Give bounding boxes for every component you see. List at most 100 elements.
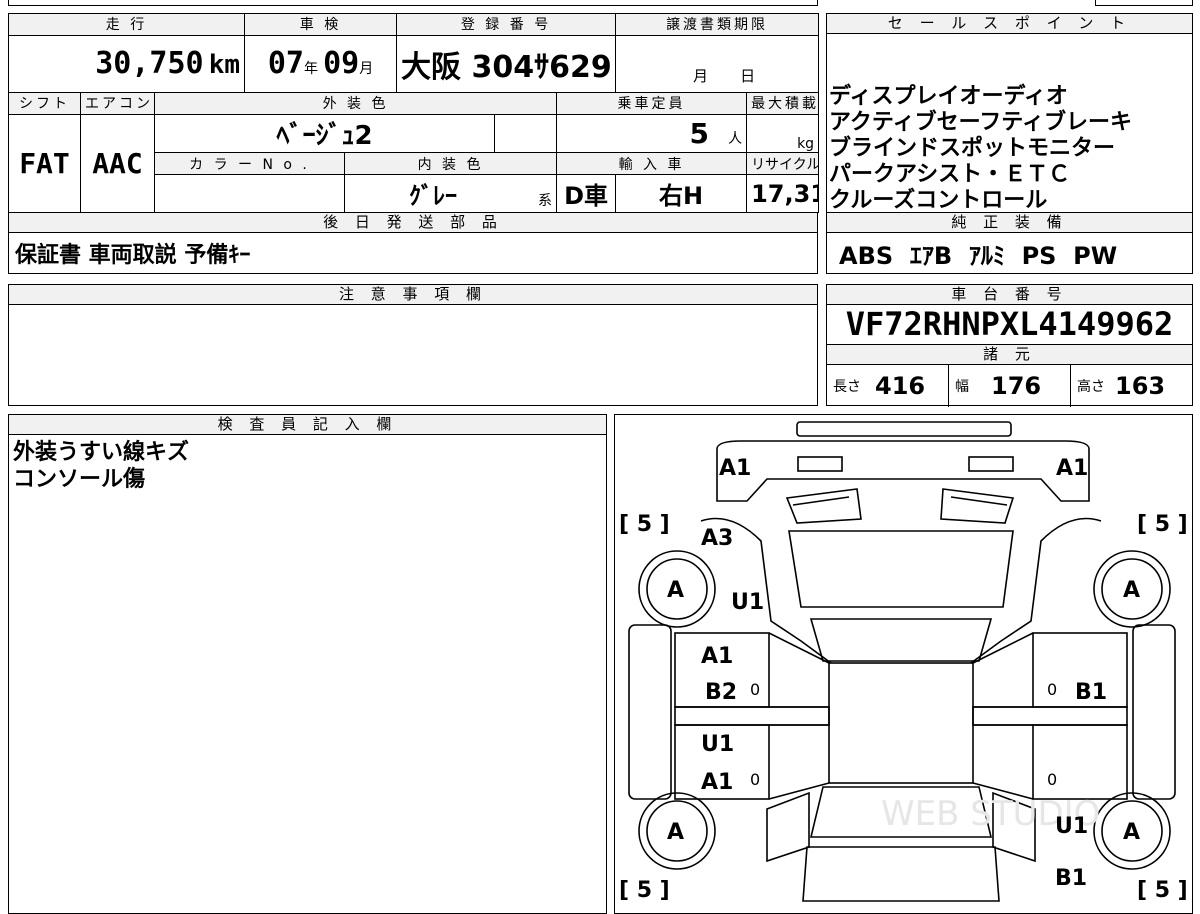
tire-code-front-left: A bbox=[667, 578, 684, 603]
tire-tread-front-right: [ 5 ] bbox=[1137, 512, 1188, 537]
inspector-title: 検 査 員 記 入 欄 bbox=[9, 415, 606, 435]
tire-code-rear-right: A bbox=[1123, 820, 1140, 845]
damage-code-left-front-door-2: B2 bbox=[705, 680, 737, 705]
headlight-left bbox=[785, 488, 862, 524]
tire-tread-rear-right: [ 5 ] bbox=[1137, 878, 1188, 903]
chassis-box: 車 台 番 号 VF72RHNPXL4149962 諸 元 長さ 416 幅 1… bbox=[826, 284, 1193, 407]
sales-point-item: パークアシスト・ＥＴＣ bbox=[829, 162, 1071, 187]
sales-points-title: セ ー ル ス ポ イ ン ト bbox=[827, 14, 1192, 34]
shift-value: FAT bbox=[8, 113, 81, 213]
top-strip-right bbox=[1095, 0, 1193, 6]
int-color-value: ｸﾞﾚｰ bbox=[409, 182, 458, 210]
sales-point-item: クルーズコントロール bbox=[829, 188, 1048, 213]
front-light-left bbox=[797, 456, 843, 472]
door-mark-right-front: 0 bbox=[1047, 680, 1057, 699]
later-parts-value: 保証書 車両取説 予備ｷｰ bbox=[15, 243, 251, 268]
ac-value: AAC bbox=[80, 113, 155, 213]
damage-code-front-fender: U1 bbox=[731, 590, 764, 615]
later-parts-box: 後 日 発 送 部 品 保証書 車両取説 予備ｷｰ bbox=[8, 213, 818, 274]
damage-code-left-rear-door-1: U1 bbox=[701, 732, 734, 757]
vehicle-info-table: 走 行 車 検 登 録 番 号 譲渡書類期限 30,750 km 07年 09月… bbox=[7, 13, 820, 213]
shaken-label: 車 検 bbox=[244, 13, 398, 36]
import-car-value: D車 bbox=[556, 174, 617, 213]
deadline-label: 譲渡書類期限 bbox=[615, 13, 820, 36]
later-parts-title: 後 日 発 送 部 品 bbox=[9, 213, 817, 233]
color-no-label: カ ラ ー N o . bbox=[153, 152, 346, 175]
int-color-label: 内 装 色 bbox=[344, 152, 558, 175]
damage-code-left-rear-door-2: A1 bbox=[701, 770, 733, 795]
capacity-unit: 人 bbox=[728, 130, 743, 147]
ext-color-extra bbox=[494, 113, 558, 154]
front-end-shape bbox=[716, 440, 1090, 502]
right-rocker bbox=[1132, 624, 1176, 800]
notes-box: 注 意 事 項 欄 bbox=[8, 284, 818, 406]
registration-cell: 大阪 304ｻ6291 bbox=[396, 34, 617, 93]
tire-tread-front-left: [ 5 ] bbox=[619, 512, 670, 537]
recycle-value: 17,310 bbox=[751, 179, 818, 208]
tire-code-rear-left: A bbox=[667, 820, 684, 845]
recycle-cell: 17,310円 bbox=[746, 174, 820, 213]
max-load-unit: kg bbox=[797, 136, 815, 153]
door-mark-left-rear: 0 bbox=[750, 770, 760, 789]
top-strip bbox=[8, 0, 818, 6]
deadline-month: 月 bbox=[693, 66, 709, 85]
sales-point-item: ディスプレイオーディオ bbox=[829, 84, 1068, 109]
spec-length-label: 長さ bbox=[833, 379, 861, 395]
mileage-value: 30,750 bbox=[95, 46, 204, 82]
door-mark-right-rear: 0 bbox=[1047, 770, 1057, 789]
rear-shape bbox=[802, 846, 1000, 902]
left-rocker bbox=[628, 624, 672, 800]
registration-label: 登 録 番 号 bbox=[396, 13, 617, 36]
sales-point-item: ブラインドスポットモニター bbox=[829, 136, 1116, 161]
max-load-label: 最大積載量 bbox=[746, 91, 820, 115]
int-color-suffix: 系 bbox=[538, 193, 553, 209]
inspector-line: コンソール傷 bbox=[13, 467, 146, 492]
front-light-right bbox=[968, 456, 1014, 472]
mileage-label: 走 行 bbox=[7, 13, 246, 36]
mileage-cell: 30,750 km bbox=[7, 34, 246, 93]
genuine-equipment-value: ABS ｴｱB ｱﾙﾐ PS PW bbox=[839, 242, 1118, 270]
specs-title: 諸 元 bbox=[827, 344, 1192, 365]
shaken-month-unit: 月 bbox=[359, 61, 374, 78]
registration-value: 大阪 304ｻ6291 bbox=[401, 49, 616, 85]
notes-title: 注 意 事 項 欄 bbox=[9, 285, 817, 305]
specs-row: 長さ 416 幅 176 高さ 163 bbox=[827, 365, 1192, 407]
handle-value: 右H bbox=[615, 174, 748, 213]
left-rear-quarter bbox=[766, 791, 810, 863]
door-mark-left-front: 0 bbox=[750, 680, 760, 699]
deadline-cell: 月 日 bbox=[615, 34, 820, 93]
shaken-year: 07 bbox=[267, 46, 304, 82]
spec-length-value: 416 bbox=[875, 372, 926, 400]
mileage-unit: km bbox=[208, 50, 241, 81]
tire-code-front-right: A bbox=[1123, 578, 1140, 603]
sales-points-list: ディスプレイオーディオ アクティブセーフティブレーキ ブラインドスポットモニター… bbox=[827, 34, 1192, 214]
damage-code-hood: A3 bbox=[701, 526, 733, 551]
shaken-year-unit: 年 bbox=[303, 61, 318, 78]
inspector-lines: 外装うすい線キズ コンソール傷 bbox=[9, 435, 606, 497]
hood-shape bbox=[788, 530, 1014, 608]
spec-height-value: 163 bbox=[1115, 372, 1166, 400]
spec-width-value: 176 bbox=[991, 372, 1042, 400]
spec-height-label: 高さ bbox=[1077, 379, 1105, 395]
spec-height: 高さ 163 bbox=[1071, 365, 1192, 407]
max-load-cell: kg bbox=[746, 113, 820, 154]
capacity-value: 5 bbox=[689, 116, 709, 150]
damage-code-rear: B1 bbox=[1055, 866, 1087, 891]
headlight-right bbox=[940, 488, 1015, 524]
recycle-label: リサイクル預託金 bbox=[746, 152, 820, 175]
shaken-cell: 07年 09月 bbox=[244, 34, 398, 93]
windshield-shape bbox=[809, 618, 993, 662]
genuine-equipment-box: 純 正 装 備 ABS ｴｱB ｱﾙﾐ PS PW bbox=[826, 213, 1193, 274]
sales-points-box: セ ー ル ス ポ イ ン ト ディスプレイオーディオ アクティブセーフティブレ… bbox=[826, 13, 1193, 213]
chassis-value: VF72RHNPXL4149962 bbox=[845, 305, 1174, 343]
front-bumper-shape bbox=[796, 421, 1012, 437]
shift-label: シフト bbox=[8, 91, 81, 115]
spec-width: 幅 176 bbox=[949, 365, 1071, 407]
car-diagram-box: WEB STUDIO A1 A1 A3 U1 A1 B2 U1 A1 B1 U1… bbox=[614, 414, 1193, 914]
car-diagram: WEB STUDIO A1 A1 A3 U1 A1 B2 U1 A1 B1 U1… bbox=[619, 421, 1188, 903]
shaken-month: 09 bbox=[323, 46, 360, 82]
genuine-equipment-title: 純 正 装 備 bbox=[827, 213, 1192, 233]
capacity-label: 乗車定員 bbox=[556, 91, 748, 115]
ext-color-value: ﾍﾞｰｼﾞｭ2 bbox=[153, 113, 496, 154]
damage-code-front-left: A1 bbox=[719, 456, 751, 481]
